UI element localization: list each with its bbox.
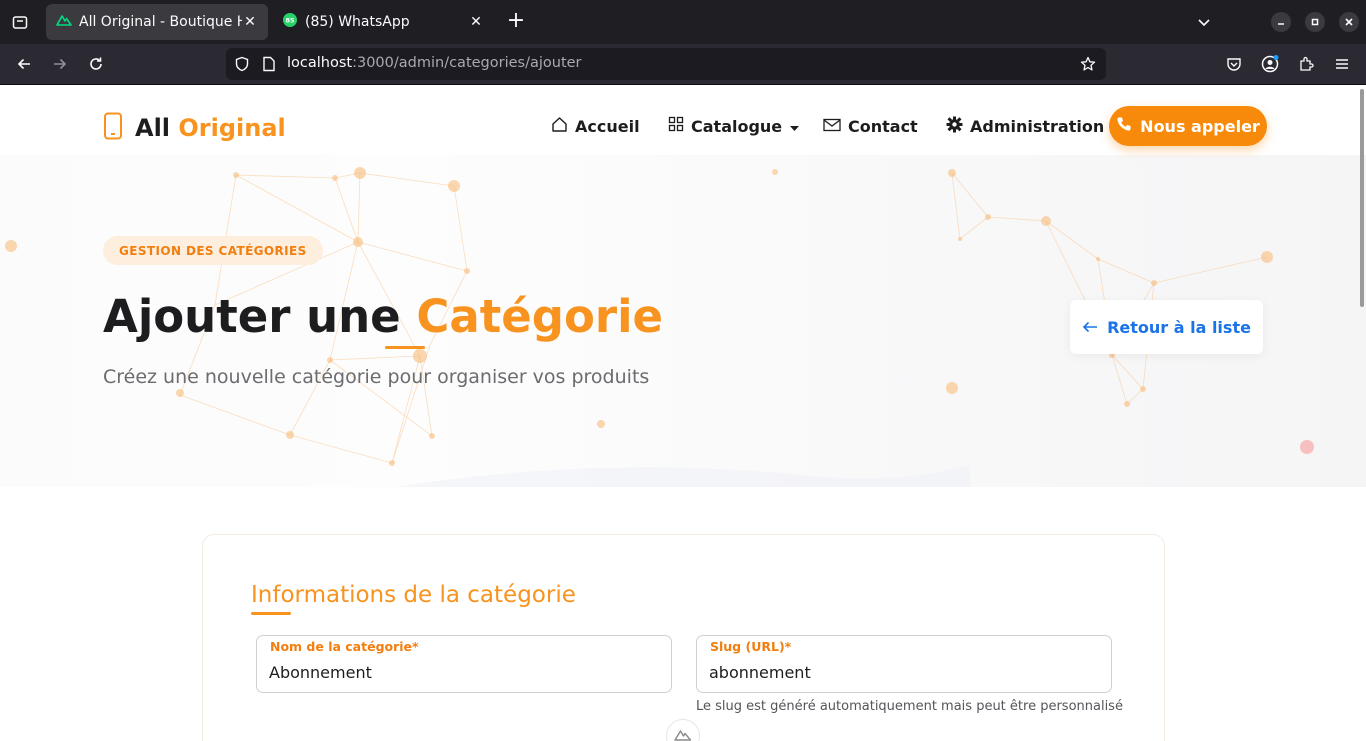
slug-input[interactable] — [709, 660, 1099, 684]
category-name-label: Nom de la catégorie* — [270, 639, 419, 654]
page-subtitle: Créez une nouvelle catégorie pour organi… — [103, 366, 650, 388]
slug-label: Slug (URL)* — [710, 639, 792, 654]
call-button[interactable]: Nous appeler — [1109, 106, 1267, 146]
close-window-icon[interactable] — [1339, 12, 1359, 32]
reload-icon[interactable] — [84, 52, 108, 76]
menu-icon[interactable] — [1330, 52, 1354, 76]
tab-title: All Original - Boutique High-Tech — [79, 14, 242, 30]
category-name-input[interactable] — [269, 660, 659, 684]
gear-icon — [946, 116, 963, 137]
back-arrow-icon[interactable] — [12, 52, 36, 76]
tab-whatsapp[interactable]: 85 (85) WhatsApp ✕ — [272, 4, 494, 40]
shield-icon[interactable] — [234, 56, 250, 76]
category-name-field[interactable]: Nom de la catégorie* — [256, 635, 672, 693]
slug-hint: Le slug est généré automatiquement mais … — [696, 699, 1123, 714]
slug-field[interactable]: Slug (URL)* — [696, 635, 1112, 693]
bookmark-star-icon[interactable] — [1080, 56, 1096, 76]
page-viewport: All Original Accueil Catalogue Contact A… — [0, 85, 1366, 741]
tab-title: (85) WhatsApp — [305, 14, 410, 30]
home-icon — [551, 116, 568, 137]
svg-text:85: 85 — [285, 17, 295, 25]
smartphone-icon — [103, 112, 123, 144]
page-icon[interactable] — [262, 56, 276, 76]
arrow-left-icon — [1082, 318, 1098, 337]
forward-arrow-icon[interactable] — [48, 52, 72, 76]
url-bar[interactable]: localhost:3000/admin/categories/ajouter — [226, 48, 1106, 80]
title-underline — [385, 346, 425, 349]
new-tab-icon[interactable]: + — [504, 10, 528, 34]
page-title: Ajouter une Catégorie — [103, 290, 664, 343]
site-logo[interactable]: All Original — [103, 112, 286, 144]
whatsapp-icon: 85 — [282, 12, 298, 32]
category-form-card: Informations de la catégorie Nom de la c… — [202, 534, 1165, 741]
grid-icon — [668, 116, 684, 136]
maximize-icon[interactable] — [1305, 12, 1325, 32]
section-underline — [251, 612, 291, 615]
browser-tab-bar: All Original - Boutique High-Tech ✕ 85 (… — [0, 0, 1366, 44]
extensions-icon[interactable] — [1294, 52, 1318, 76]
section-badge: GESTION DES CATÉGORIES — [103, 236, 323, 265]
account-icon[interactable] — [1258, 52, 1282, 76]
phone-icon — [1116, 116, 1132, 136]
browser-nav-bar: localhost:3000/admin/categories/ajouter — [0, 44, 1366, 85]
page-scrollbar[interactable] — [1360, 89, 1364, 307]
nuxt-icon — [56, 12, 72, 32]
url-text[interactable]: localhost:3000/admin/categories/ajouter — [287, 55, 582, 71]
caret-down-icon — [790, 117, 800, 136]
nav-home[interactable]: Accueil — [551, 114, 640, 138]
nuxt-icon — [674, 727, 692, 741]
envelope-icon — [823, 117, 841, 136]
back-to-list-button[interactable]: Retour à la liste — [1070, 300, 1263, 354]
logo-text: All Original — [135, 114, 286, 142]
close-tab-icon[interactable]: ✕ — [242, 14, 258, 30]
nav-admin[interactable]: Administration — [946, 114, 1104, 138]
tab-list-icon[interactable] — [8, 10, 32, 34]
nav-catalog[interactable]: Catalogue — [668, 114, 800, 138]
chevron-down-icon[interactable] — [1192, 10, 1216, 34]
form-section-title: Informations de la catégorie — [251, 582, 576, 608]
close-tab-icon[interactable]: ✕ — [468, 14, 484, 30]
nav-contact[interactable]: Contact — [823, 114, 918, 138]
minimize-icon[interactable] — [1271, 12, 1291, 32]
pocket-icon[interactable] — [1222, 52, 1246, 76]
tab-all-original[interactable]: All Original - Boutique High-Tech ✕ — [46, 4, 268, 40]
